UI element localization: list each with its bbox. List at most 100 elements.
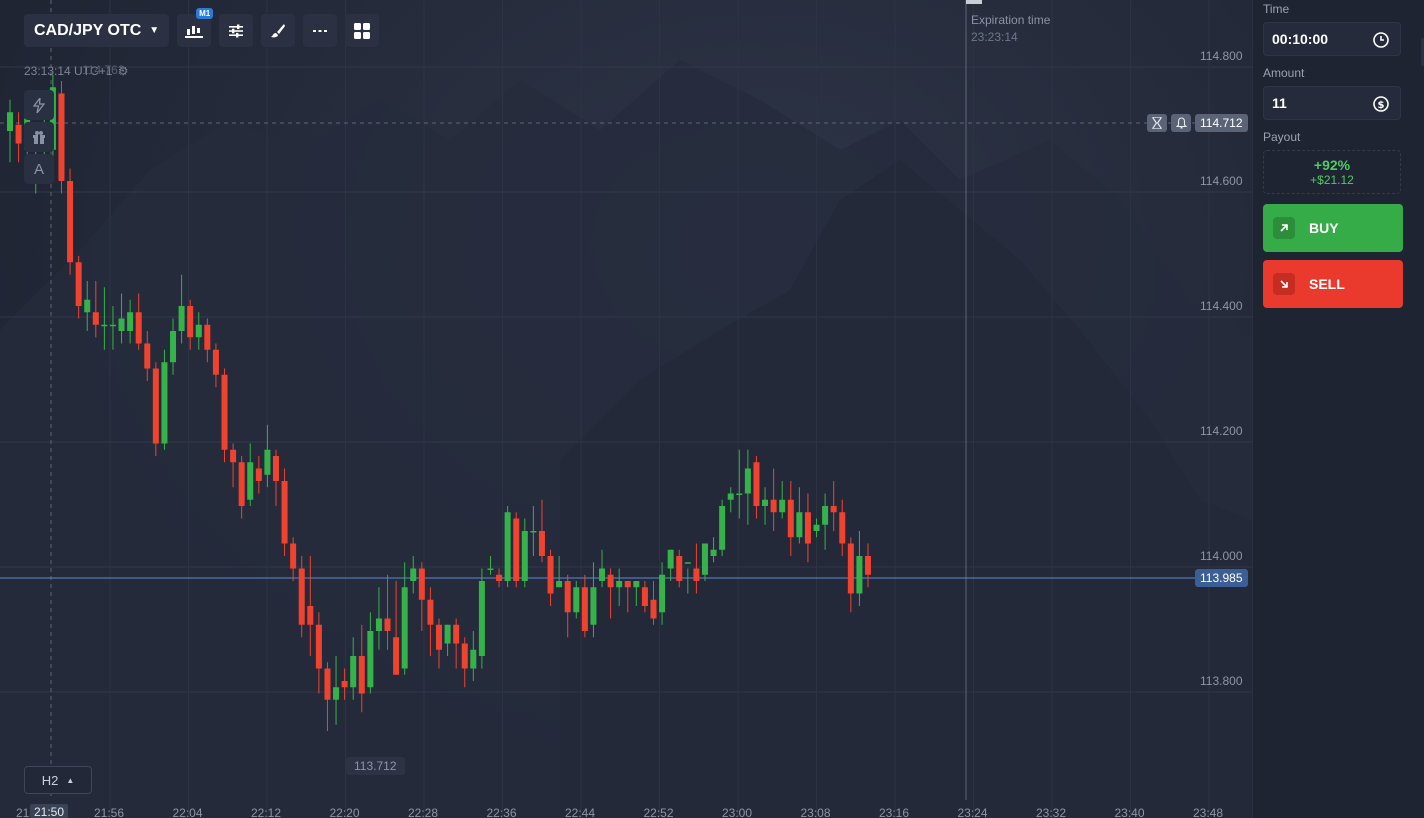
sell-button[interactable]: SELL xyxy=(1263,260,1403,308)
y-tick-label: 114.800 xyxy=(1200,49,1243,63)
candle-body xyxy=(255,468,262,481)
chart-type-button[interactable]: M1 xyxy=(177,8,214,47)
candle-body xyxy=(470,649,477,669)
candle-body xyxy=(324,668,331,700)
x-tick-label: 23:32 xyxy=(1036,806,1067,818)
arrow-down-right-icon xyxy=(1273,273,1295,295)
candle-body xyxy=(84,299,91,313)
amount-field[interactable]: 11 $ xyxy=(1263,86,1401,120)
candle-body xyxy=(487,568,494,570)
candle-body xyxy=(701,543,708,575)
settings-sliders-icon xyxy=(228,24,244,38)
candle-body xyxy=(152,368,159,444)
lightning-icon[interactable] xyxy=(24,90,54,120)
candle-body xyxy=(581,587,588,631)
candle-body xyxy=(247,462,254,500)
candle-body xyxy=(401,587,408,669)
expiration-info: Expiration time 23:23:14 xyxy=(971,12,1050,46)
candle-body xyxy=(393,637,400,675)
candle-body xyxy=(212,349,219,375)
candle-body xyxy=(118,318,125,331)
candle-body xyxy=(195,324,202,338)
current-price-tag: 113.985 xyxy=(1195,569,1248,587)
grid-layout-icon xyxy=(354,22,371,39)
text-tool-button[interactable]: A xyxy=(24,154,54,184)
x-tick-label: 22:20 xyxy=(329,806,360,818)
timeframe-label: H2 xyxy=(41,772,59,788)
layout-button[interactable] xyxy=(345,14,380,47)
candle-body xyxy=(410,568,417,581)
line-price-tag: 114.712 xyxy=(1195,114,1248,132)
expiration-label: Expiration time xyxy=(971,13,1051,27)
candle-body xyxy=(624,581,631,588)
candle-body xyxy=(427,599,434,625)
candle-body xyxy=(67,181,74,263)
pair-label: CAD/JPY OTC xyxy=(34,21,142,39)
server-clock: 23:13:14 UTC+1 114.762 ⚙ xyxy=(24,63,129,78)
candle-body xyxy=(315,624,322,669)
candle-body xyxy=(161,362,168,444)
x-tick-label: 22:44 xyxy=(565,806,596,818)
candle-body xyxy=(230,449,237,463)
drawing-button[interactable] xyxy=(261,14,296,47)
candle-body xyxy=(350,656,357,688)
candle-body xyxy=(7,112,13,131)
x-tick-label: 21:56 xyxy=(94,806,125,818)
expiration-time: 23:23:14 xyxy=(971,30,1018,44)
text-tool-label: A xyxy=(33,160,44,178)
candle-body xyxy=(538,531,545,556)
clock-icon[interactable] xyxy=(1372,31,1390,52)
buy-button[interactable]: BUY xyxy=(1263,204,1403,252)
x-tick-label: 22:36 xyxy=(486,806,517,818)
candle-body xyxy=(753,462,760,506)
low-price-label: 113.712 xyxy=(346,757,405,775)
bell-icon[interactable] xyxy=(1171,114,1191,132)
gift-icon[interactable] xyxy=(24,122,54,152)
dollar-icon[interactable]: $ xyxy=(1372,95,1390,116)
candle-body xyxy=(178,306,185,331)
x-tick-label: 23:40 xyxy=(1114,806,1145,818)
payout-amount: +$21.12 xyxy=(1310,173,1354,187)
timeframe-selector[interactable]: H2 ▲ xyxy=(24,766,92,794)
candle-body xyxy=(719,506,726,550)
x-current-time: 21:50 xyxy=(30,804,69,818)
candle-body xyxy=(307,606,314,625)
y-tick-label: 114.000 xyxy=(1200,549,1243,563)
candle-body xyxy=(272,456,279,481)
indicators-button[interactable] xyxy=(219,14,254,47)
candle-body xyxy=(461,643,468,669)
candle-body xyxy=(290,543,297,569)
candle-body xyxy=(101,324,108,327)
candle-body xyxy=(736,493,743,495)
candle-body xyxy=(298,568,305,625)
line-tool-button[interactable] xyxy=(303,14,338,47)
payout-percent: +92% xyxy=(1313,157,1351,173)
candle-body xyxy=(667,549,674,569)
amount-label: Amount xyxy=(1263,66,1305,80)
candle-body xyxy=(564,581,571,613)
candle-body xyxy=(830,506,837,513)
candle-body xyxy=(727,493,734,500)
candle-body xyxy=(418,568,425,600)
time-field[interactable]: 00:10:00 xyxy=(1263,22,1401,56)
caret-down-icon: ▼ xyxy=(149,25,160,36)
candle-body xyxy=(796,512,803,538)
payout-label: Payout xyxy=(1263,130,1301,144)
candle-body xyxy=(616,581,623,588)
candle-body xyxy=(436,624,442,650)
candle-body xyxy=(804,512,811,544)
expiration-marker xyxy=(966,0,982,4)
chart-type-icon xyxy=(185,24,204,38)
hourglass-icon[interactable] xyxy=(1147,114,1167,132)
candle-body xyxy=(744,468,751,494)
candle-body xyxy=(135,312,142,344)
pair-selector[interactable]: CAD/JPY OTC ▼ xyxy=(24,14,170,47)
candle-body xyxy=(599,568,606,581)
candle-body xyxy=(384,618,391,631)
candle-body xyxy=(650,599,657,619)
x-tick-label: 23:48 xyxy=(1193,806,1224,818)
candle-body xyxy=(75,262,82,306)
chart-area[interactable]: CAD/JPY OTC ▼ M1 23:13:14 UTC+1 114.762 … xyxy=(0,0,1252,818)
candle-body xyxy=(144,343,151,369)
candle-body xyxy=(590,587,597,625)
